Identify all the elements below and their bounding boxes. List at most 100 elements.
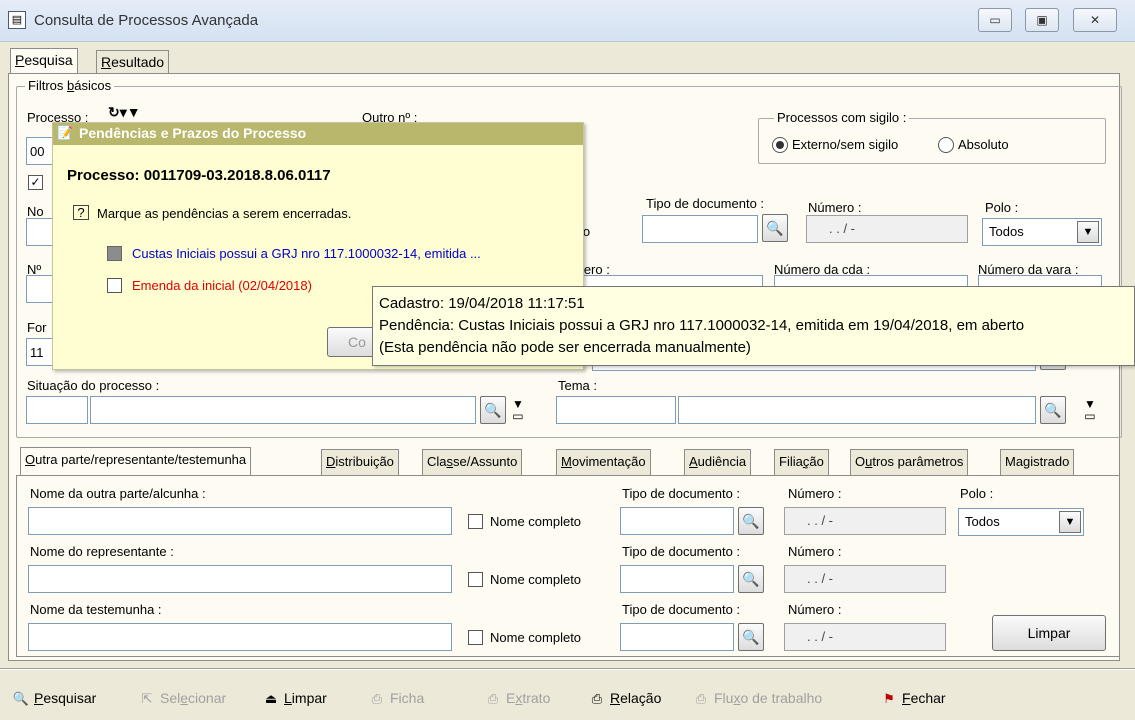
nome-completo-checkbox[interactable] — [468, 514, 483, 529]
nome-completo-checkbox[interactable] — [468, 630, 483, 645]
help-icon: ? — [73, 205, 89, 220]
numero-label: Número : — [808, 200, 862, 215]
search-icon: 🔍 — [12, 691, 30, 706]
sigilo-absoluto-label: Absoluto — [958, 137, 1009, 152]
polo-select[interactable]: Todos ▼ — [958, 508, 1084, 536]
tipo-documento-input[interactable] — [620, 507, 734, 535]
subtab-label: ão — [809, 454, 824, 469]
situacao-descricao-input[interactable] — [90, 396, 476, 424]
situacao-codigo-input[interactable] — [26, 396, 88, 424]
note-icon: 📝 — [57, 125, 74, 140]
pendencia-emenda[interactable]: Emenda da inicial (02/04/2018) — [132, 278, 312, 293]
search-icon[interactable]: 🔍 — [738, 623, 764, 651]
tb-label: cionar — [188, 690, 227, 706]
fluxo-trabalho-button[interactable]: ⎙ Fluxo de trabalho — [692, 690, 822, 707]
popup-title: Pendências e Prazos do Processo — [79, 125, 307, 141]
extrato-button[interactable]: ⎙ Extrato — [484, 690, 551, 707]
forum-input[interactable]: 11 — [26, 338, 54, 366]
search-icon[interactable]: 🔍 — [1040, 396, 1066, 424]
window-title: Consulta de Processos Avançada — [34, 12, 259, 29]
tipo-documento-input[interactable] — [642, 215, 758, 243]
radio-absoluto[interactable] — [938, 137, 954, 153]
chevron-down-icon: ▼ — [1059, 511, 1081, 533]
subtab-outros-parametros[interactable]: Outros parâmetros — [850, 449, 969, 475]
tb-label-pre: Flu — [714, 690, 734, 706]
numero-input[interactable]: . . / - — [784, 623, 946, 651]
filter-icon[interactable]: ▼ ▭ — [1084, 398, 1096, 422]
subtab-label: Magistrado — [1005, 454, 1070, 469]
maximize-button[interactable]: ▣ — [1025, 8, 1059, 32]
radio-externo[interactable] — [772, 137, 788, 153]
legend-rest: ásicos — [74, 78, 112, 93]
subtab-audiencia[interactable]: Audiência — [684, 449, 752, 475]
broom-icon: ⏏ — [264, 691, 278, 706]
sigilo-externo-label: Externo/sem sigilo — [792, 137, 899, 152]
printer-icon: ⎙ — [487, 691, 499, 706]
polo-value: Todos — [989, 224, 1024, 239]
pesquisar-button[interactable]: 🔍 Pesquisar — [12, 690, 96, 707]
ficha-button[interactable]: ⎙ Ficha — [368, 690, 424, 707]
filtros-basicos-legend: Filtros básicos — [25, 78, 115, 93]
legend-pre: Filtros — [28, 78, 67, 93]
tb-label: impar — [291, 690, 327, 706]
limpar-toolbar-button[interactable]: ⏏ Limpar — [262, 690, 327, 707]
nome-completo-label: Nome completo — [490, 630, 582, 645]
subtab-movimentacao[interactable]: Movimentação — [556, 449, 651, 475]
tab-resultado[interactable]: Resultado — [96, 50, 170, 74]
nome-testemunha-input[interactable] — [28, 623, 452, 651]
nome-input[interactable] — [26, 218, 54, 246]
search-icon[interactable]: 🔍 — [480, 396, 506, 424]
subtab-label-pre: Filia — [779, 454, 803, 469]
tb-key: R — [610, 690, 621, 706]
subtab-label: ovimentação — [571, 454, 646, 469]
nome-representante-input[interactable] — [28, 565, 452, 593]
nome-outra-parte-input[interactable] — [28, 507, 452, 535]
pendencia-custas[interactable]: Custas Iniciais possui a GRJ nro 117.100… — [132, 246, 481, 261]
numero-partial-input[interactable] — [26, 275, 54, 303]
fechar-button[interactable]: ⚑ Fechar — [880, 690, 945, 707]
numero-input[interactable]: . . / - — [806, 215, 968, 243]
subtab-filiacao[interactable]: Filiação — [774, 449, 829, 475]
close-button[interactable]: ✕ — [1073, 8, 1117, 32]
tipo-documento-label: Tipo de documento : — [646, 196, 765, 211]
tema-descricao-input[interactable] — [678, 396, 1036, 424]
filtro-checkbox[interactable]: ✓ — [28, 175, 43, 190]
nome-completo-checkbox[interactable] — [468, 572, 483, 587]
tab-resultado-key: R — [101, 54, 112, 70]
minimize-button[interactable]: ▭ — [978, 8, 1012, 32]
subtab-label: udiência — [697, 454, 747, 469]
numero-input[interactable]: . . / - — [784, 565, 946, 593]
nome-outra-parte-label: Nome da outra parte/alcunha : — [30, 486, 206, 501]
subtab-outra-parte[interactable]: Outra parte/representante/testemunha — [20, 447, 252, 475]
tb-label: trato — [522, 690, 551, 706]
selecionar-button[interactable]: ⇱ Selecionar — [138, 690, 227, 707]
filter-icon[interactable]: ▼ ▭ — [512, 398, 524, 422]
tipo-documento-input[interactable] — [620, 623, 734, 651]
search-icon[interactable]: 🔍 — [762, 214, 788, 242]
subtab-distribuicao[interactable]: Distribuição — [321, 449, 399, 475]
search-icon[interactable]: 🔍 — [738, 565, 764, 593]
situacao-label: Situação do processo : — [27, 378, 160, 393]
pendencia-tooltip: Cadastro: 19/04/2018 11:17:51 Pendência:… — [372, 286, 1135, 366]
printer-icon: ⎙ — [371, 691, 383, 706]
tipo-documento-input[interactable] — [620, 565, 734, 593]
subtab-key: O — [25, 452, 36, 467]
polo-label: Polo : — [960, 486, 994, 501]
search-icon[interactable]: 🔍 — [738, 507, 764, 535]
numero-input[interactable]: . . / - — [784, 507, 946, 535]
tab-pesquisa-key: P — [15, 52, 25, 68]
tab-pesquisa[interactable]: Pesquisa — [10, 48, 78, 74]
subtab-classe-assunto[interactable]: Classe/Assunto — [422, 449, 523, 475]
polo-select[interactable]: Todos ▼ — [982, 218, 1102, 246]
subtab-label: utra parte/representante/testemunha — [35, 452, 247, 467]
numero-label: Número : — [788, 544, 842, 559]
processo-refresh-icon[interactable]: ↻▾▼ — [108, 104, 141, 121]
subtab-magistrado[interactable]: Magistrado — [1000, 449, 1075, 475]
pendencia-checkbox[interactable] — [107, 278, 122, 293]
sigilo-legend: Processos com sigilo : — [774, 110, 910, 125]
tema-codigo-input[interactable] — [556, 396, 676, 424]
relacao-button[interactable]: ⎙ Relação — [588, 690, 662, 707]
forum-partial-label: For — [27, 320, 47, 335]
limpar-button[interactable]: Limpar — [992, 615, 1106, 651]
tooltip-aviso: (Esta pendência não pode ser encerrada m… — [379, 339, 751, 356]
